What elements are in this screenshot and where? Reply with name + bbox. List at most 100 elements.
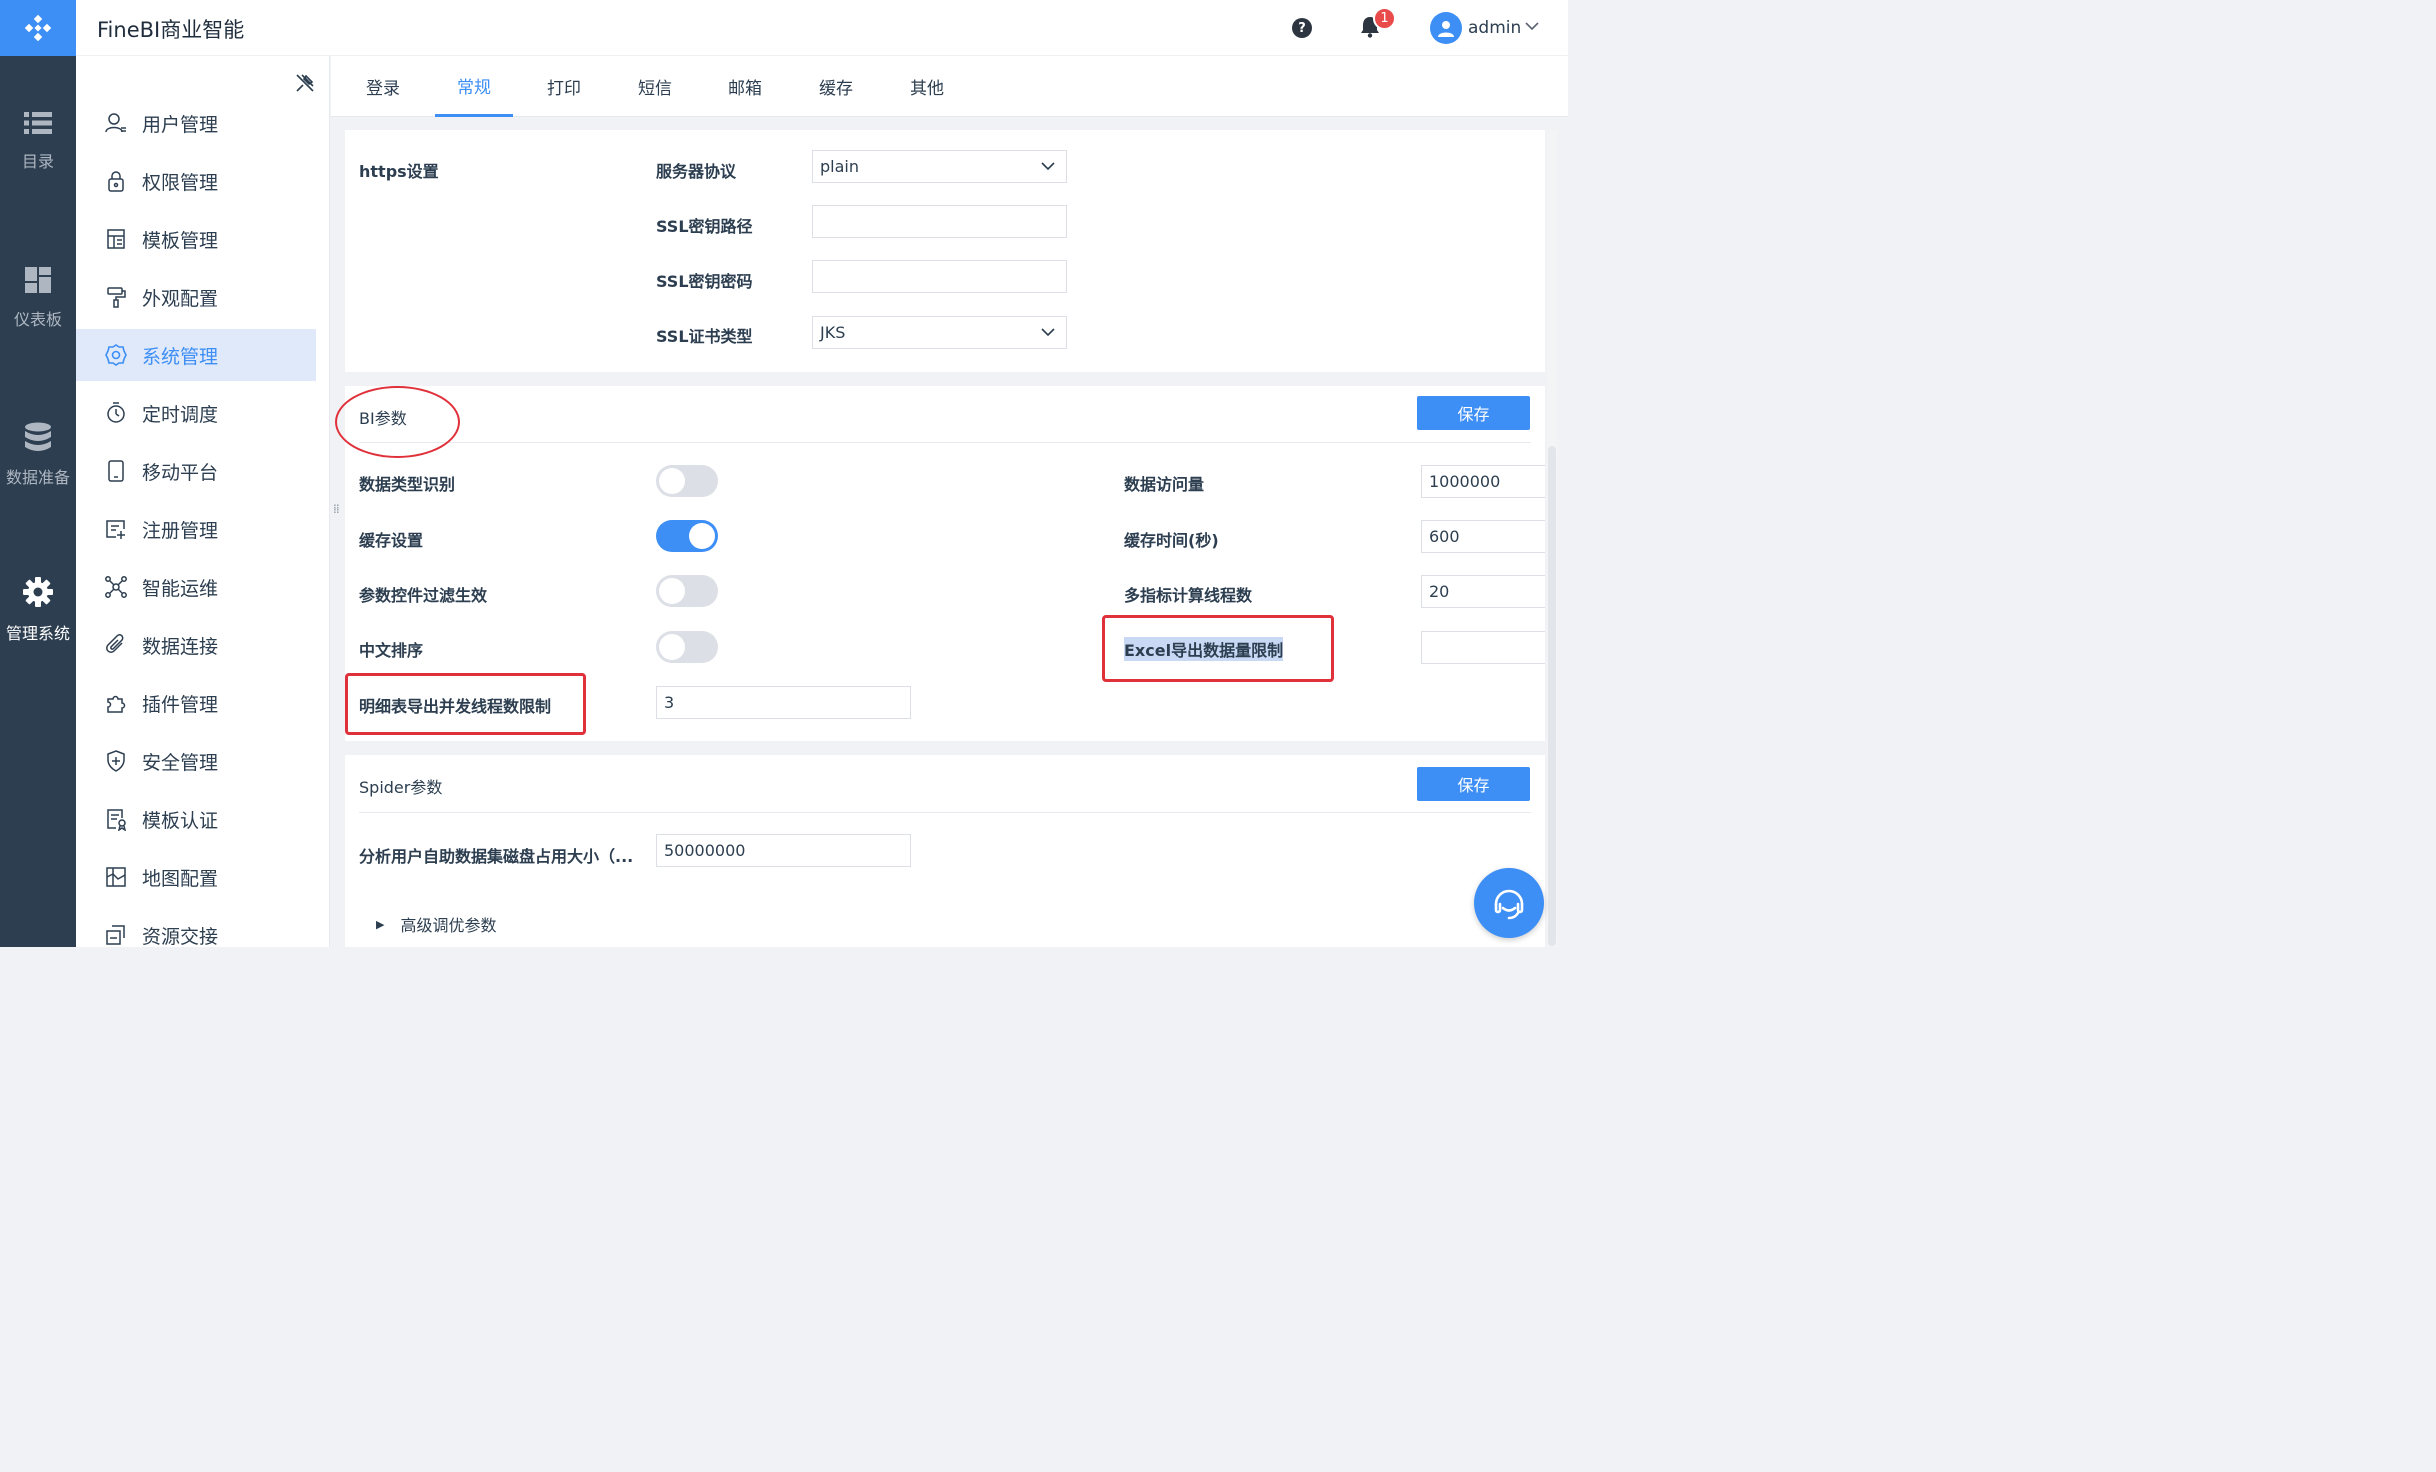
lock-icon: [108, 171, 124, 192]
unpin-icon[interactable]: [294, 72, 316, 94]
main-scrollbar[interactable]: [1547, 130, 1557, 947]
sidebar-item-appearance[interactable]: 外观配置: [76, 271, 316, 323]
data-access-input[interactable]: 1000000: [1421, 465, 1545, 498]
dashboard-icon: [25, 267, 51, 293]
excel-export-limit-input[interactable]: [1421, 631, 1545, 664]
tab-other[interactable]: 其他: [889, 56, 965, 117]
cache-time-input[interactable]: 600: [1421, 520, 1545, 553]
rail-item-data-prep[interactable]: 数据准备: [0, 422, 76, 488]
toggle-knob: [689, 523, 715, 549]
sidebar-item-system[interactable]: 系统管理: [76, 329, 316, 381]
settings-tabs: 登录 常规 打印 短信 邮箱 缓存 其他: [331, 56, 1568, 117]
chinese-sort-label: 中文排序: [359, 641, 424, 660]
sidebar-item-permissions[interactable]: 权限管理: [76, 155, 316, 207]
sidebar-item-label: 地图配置: [142, 867, 219, 890]
data-type-detect-toggle[interactable]: [656, 465, 718, 497]
notification-badge: 1: [1373, 7, 1396, 30]
sidebar-item-mobile[interactable]: 移动平台: [76, 445, 316, 497]
customer-service-button[interactable]: [1474, 868, 1544, 938]
gear-icon: [23, 577, 53, 607]
sidebar-item-connections[interactable]: 数据连接: [76, 619, 316, 671]
rail-label: 目录: [21, 152, 54, 171]
multi-metric-threads-input[interactable]: 20: [1421, 575, 1545, 608]
app-rail: 目录 仪表板 数据准备 管理系统: [0, 0, 76, 947]
tab-cache[interactable]: 缓存: [798, 56, 874, 117]
sidebar-item-ops[interactable]: 智能运维: [76, 561, 316, 613]
cache-time-label: 缓存时间(秒): [1124, 531, 1219, 550]
avatar[interactable]: [1430, 12, 1462, 44]
protocol-label: 服务器协议: [656, 162, 737, 181]
chinese-sort-toggle[interactable]: [656, 631, 718, 663]
map-icon: [106, 867, 126, 887]
ssl-key-path-input[interactable]: [812, 205, 1067, 238]
disk-usage-input[interactable]: 50000000: [656, 834, 911, 867]
rail-item-dashboard[interactable]: 仪表板: [0, 266, 76, 330]
database-icon: [25, 422, 51, 451]
rail-item-admin[interactable]: 管理系统: [0, 576, 76, 644]
chevron-down-icon: [1041, 162, 1055, 171]
param-filter-label: 参数控件过滤生效: [359, 586, 488, 605]
app-title: FineBI商业智能: [97, 18, 245, 42]
spider-save-button[interactable]: 保存: [1417, 767, 1530, 801]
list-icon: [24, 112, 52, 134]
scrollbar-thumb[interactable]: [1548, 446, 1556, 946]
cache-setting-toggle[interactable]: [656, 520, 718, 552]
sidebar-item-label: 安全管理: [142, 751, 219, 774]
rail-item-catalog[interactable]: 目录: [0, 110, 76, 172]
protocol-select[interactable]: plain: [812, 150, 1067, 183]
sidebar-item-users[interactable]: 用户管理: [76, 97, 316, 149]
data-access-label: 数据访问量: [1124, 475, 1205, 494]
tab-sms[interactable]: 短信: [617, 56, 693, 117]
toggle-knob: [659, 468, 685, 494]
tab-general[interactable]: 常规: [435, 56, 513, 117]
shield-icon: [107, 750, 125, 772]
logo-icon: [24, 14, 52, 42]
annotation-rect-excel-limit: [1102, 615, 1334, 682]
ssl-key-password-input[interactable]: [812, 260, 1067, 293]
finebi-logo[interactable]: [0, 0, 76, 56]
chevron-down-icon: [1041, 328, 1055, 337]
annotation-ellipse-bi: [335, 386, 460, 458]
sidebar-item-label: 模板认证: [142, 809, 219, 832]
advanced-params-toggle[interactable]: ▶ 高级调优参数: [376, 912, 496, 936]
handover-icon: [106, 925, 125, 945]
sidebar-item-label: 资源交接: [142, 925, 219, 948]
spider-divider: [359, 812, 1531, 813]
data-type-detect-label: 数据类型识别: [359, 475, 456, 494]
sidebar-item-registration[interactable]: 注册管理: [76, 503, 316, 555]
user-name[interactable]: admin: [1468, 18, 1521, 38]
tab-email[interactable]: 邮箱: [707, 56, 783, 117]
sidebar-item-label: 外观配置: [142, 287, 219, 310]
rail-label: 仪表板: [13, 310, 62, 329]
chevron-down-icon[interactable]: [1524, 20, 1540, 32]
bi-divider: [359, 442, 1531, 443]
admin-sidebar: 用户管理 权限管理 模板管理 外观配置 系统管理 定时调度 移动平台 注册管理 …: [76, 56, 330, 948]
toggle-knob: [659, 634, 685, 660]
advanced-params-label: 高级调优参数: [400, 916, 497, 935]
tab-print[interactable]: 打印: [526, 56, 602, 117]
network-icon: [105, 576, 127, 598]
sidebar-item-maps[interactable]: 地图配置: [76, 851, 316, 903]
sidebar-item-certification[interactable]: 模板认证: [76, 793, 316, 845]
sidebar-item-label: 定时调度: [142, 403, 219, 426]
sidebar-item-plugins[interactable]: 插件管理: [76, 677, 316, 729]
protocol-value: plain: [820, 157, 859, 176]
user-icon: [105, 113, 126, 133]
sidebar-item-label: 智能运维: [142, 577, 219, 600]
sidebar-item-label: 移动平台: [142, 461, 219, 484]
detail-export-threads-input[interactable]: 3: [656, 686, 911, 719]
param-filter-toggle[interactable]: [656, 575, 718, 607]
sidebar-item-templates[interactable]: 模板管理: [76, 213, 316, 265]
sidebar-item-handover[interactable]: 资源交接: [76, 909, 316, 961]
spider-section-title: Spider参数: [359, 778, 443, 797]
help-icon[interactable]: ?: [1292, 18, 1312, 38]
caret-right-icon: ▶: [376, 917, 385, 931]
bi-save-button[interactable]: 保存: [1417, 396, 1530, 430]
ssl-cert-type-value: JKS: [820, 323, 846, 342]
certificate-icon: [107, 809, 127, 831]
sidebar-resize-handle[interactable]: ⁞⁞: [333, 502, 340, 516]
ssl-cert-type-select[interactable]: JKS: [812, 316, 1067, 349]
sidebar-item-scheduling[interactable]: 定时调度: [76, 387, 316, 439]
tab-login[interactable]: 登录: [345, 56, 421, 117]
sidebar-item-security[interactable]: 安全管理: [76, 735, 316, 787]
